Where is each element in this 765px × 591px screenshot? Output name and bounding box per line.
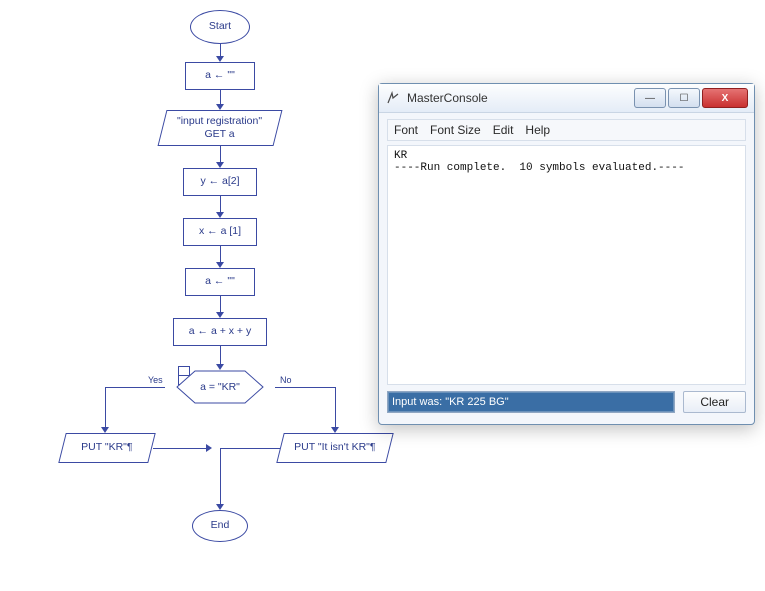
label-end: End <box>211 519 230 532</box>
node-init-a: a ← "" <box>185 62 255 90</box>
label-decision: a = "KR" <box>200 381 240 393</box>
label-concat: a ← a + x + y <box>189 325 251 338</box>
label-x-assign: x ← a [1] <box>199 225 241 238</box>
label-put-false: PUT "It isn't KR"¶ <box>294 441 375 454</box>
node-decision: a = "KR" <box>165 370 275 404</box>
app-icon <box>385 90 401 106</box>
menubar: Font Font Size Edit Help <box>387 119 746 141</box>
label-no: No <box>280 375 292 385</box>
label-clear-a: a ← "" <box>205 275 235 288</box>
titlebar[interactable]: MasterConsole — ☐ X <box>379 84 754 113</box>
minimize-button[interactable]: — <box>634 88 666 108</box>
label-yes: Yes <box>148 375 163 385</box>
console-line-2: ----Run complete. 10 symbols evaluated.-… <box>394 162 684 174</box>
console-output[interactable]: KR ----Run complete. 10 symbols evaluate… <box>387 145 746 385</box>
masterconsole-window: MasterConsole — ☐ X Font Font Size Edit … <box>378 83 755 425</box>
node-start: Start <box>190 10 250 44</box>
menu-help[interactable]: Help <box>525 123 550 137</box>
menu-font[interactable]: Font <box>394 123 418 137</box>
clear-label: Clear <box>700 395 729 409</box>
node-put-false: PUT "It isn't KR"¶ <box>276 433 393 463</box>
window-title: MasterConsole <box>407 91 632 105</box>
menu-edit[interactable]: Edit <box>493 123 514 137</box>
console-input[interactable]: Input was: "KR 225 BG" <box>387 391 675 413</box>
label-y-assign: y ← a[2] <box>200 175 239 188</box>
label-start: Start <box>209 20 231 33</box>
maximize-button[interactable]: ☐ <box>668 88 700 108</box>
flowchart: Start a ← "" "input registration" GET a … <box>70 10 380 585</box>
console-input-value: Input was: "KR 225 BG" <box>392 396 509 408</box>
label-input: "input registration" GET a <box>177 115 262 141</box>
node-end: End <box>192 510 248 542</box>
label-put-true: PUT "KR"¶ <box>81 441 132 454</box>
node-clear-a: a ← "" <box>185 268 255 296</box>
node-concat: a ← a + x + y <box>173 318 267 346</box>
label-init-a: a ← "" <box>205 69 235 82</box>
menu-fontsize[interactable]: Font Size <box>430 123 481 137</box>
node-put-true: PUT "KR"¶ <box>58 433 155 463</box>
node-y-assign: y ← a[2] <box>183 168 257 196</box>
node-x-assign: x ← a [1] <box>183 218 257 246</box>
close-button[interactable]: X <box>702 88 748 108</box>
node-input: "input registration" GET a <box>158 110 283 146</box>
clear-button[interactable]: Clear <box>683 391 746 413</box>
console-line-1: KR <box>394 150 407 162</box>
minimize-icon: — <box>645 93 655 104</box>
maximize-icon: ☐ <box>680 93 689 104</box>
close-icon: X <box>722 93 729 104</box>
